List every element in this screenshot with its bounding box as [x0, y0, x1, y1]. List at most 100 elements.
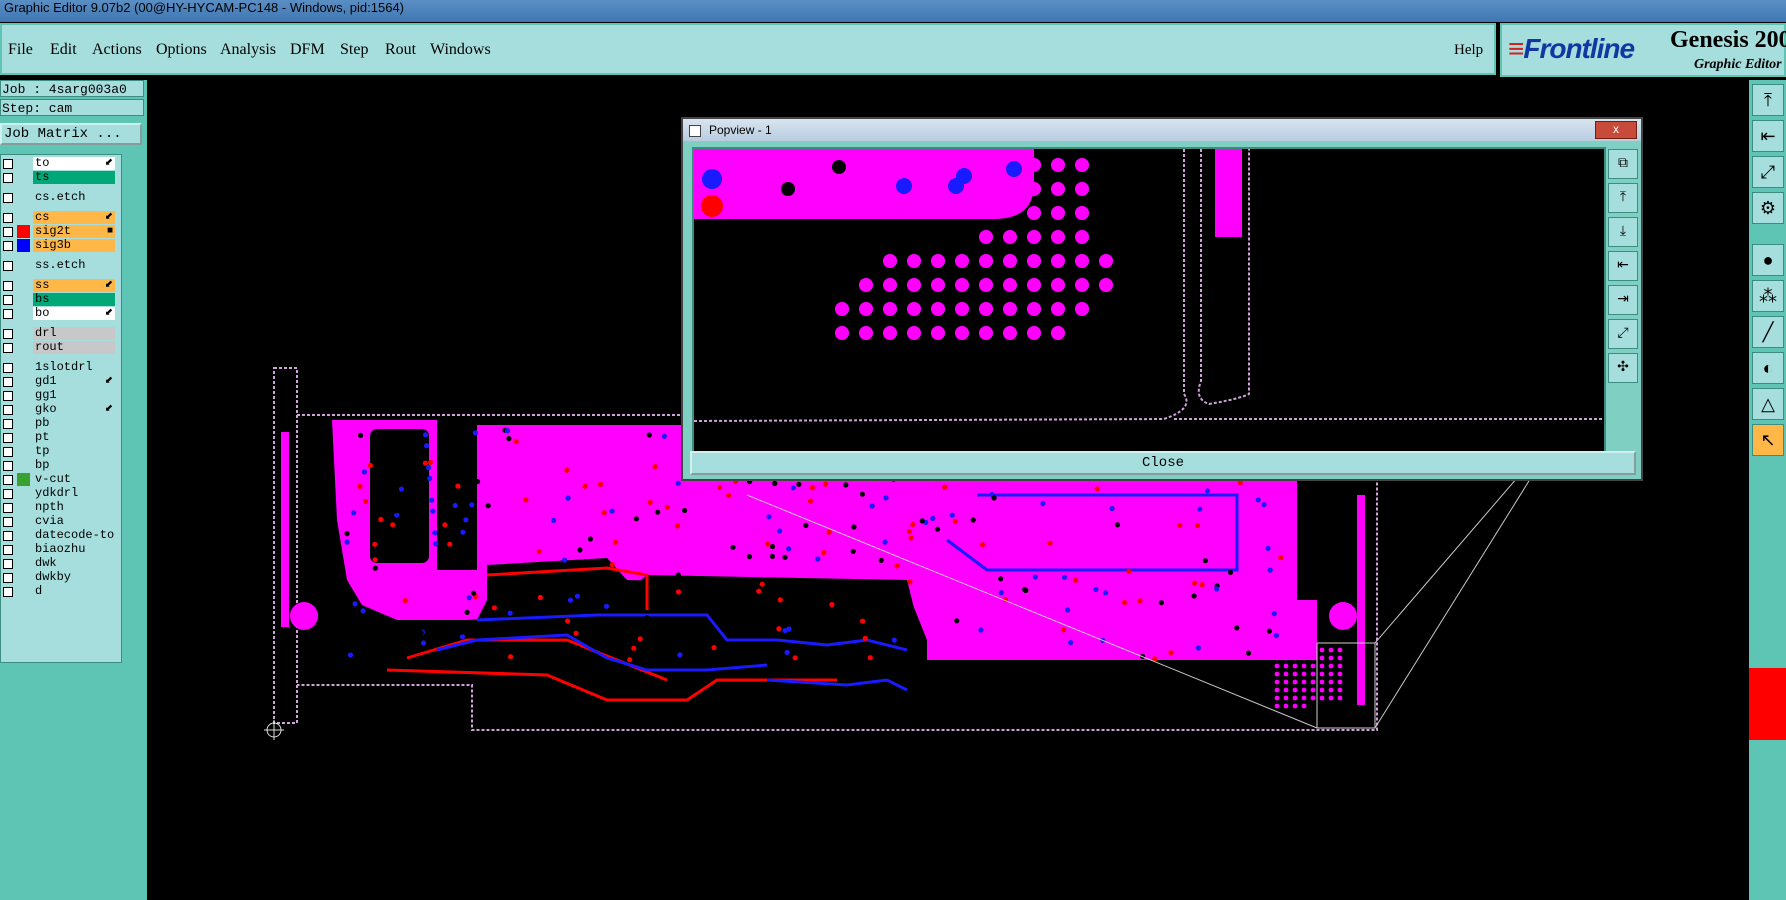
- pop-down-tool[interactable]: ⤓: [1608, 217, 1638, 247]
- layer-row-ss.etch[interactable]: ss.etch: [1, 259, 119, 273]
- layer-name[interactable]: 1slotdrl: [33, 361, 115, 374]
- layer-name[interactable]: pb: [33, 417, 115, 430]
- zoom-home-tool[interactable]: ⤒: [1752, 84, 1784, 116]
- layer-name[interactable]: ss: [33, 279, 115, 292]
- layer-row-d[interactable]: d: [1, 585, 119, 599]
- layer-name[interactable]: datecode-to: [33, 529, 115, 542]
- layer-name[interactable]: rout: [33, 341, 115, 354]
- menu-edit[interactable]: Edit: [50, 41, 77, 59]
- menu-rout[interactable]: Rout: [385, 41, 416, 59]
- layer-color-swatch[interactable]: [17, 487, 30, 500]
- layer-checkbox[interactable]: [3, 295, 13, 305]
- layer-row-datecode-to[interactable]: datecode-to: [1, 529, 119, 543]
- layer-color-swatch[interactable]: [17, 515, 30, 528]
- layer-checkbox[interactable]: [3, 503, 13, 513]
- menu-step[interactable]: Step: [340, 41, 368, 59]
- layer-row-sig3b[interactable]: sig3b: [1, 239, 119, 253]
- layer-color-swatch[interactable]: [17, 571, 30, 584]
- layer-checkbox[interactable]: [3, 309, 13, 319]
- layer-color-swatch[interactable]: [17, 557, 30, 570]
- zoom-fit-tool[interactable]: ⤢: [1752, 156, 1784, 188]
- pop-up-tool[interactable]: ⤒: [1608, 183, 1638, 213]
- menu-file[interactable]: File: [8, 41, 33, 59]
- layer-color-swatch[interactable]: [17, 171, 30, 184]
- pointer-tool[interactable]: ↖: [1752, 424, 1784, 456]
- layer-row-cvia[interactable]: cvia: [1, 515, 119, 529]
- layer-checkbox[interactable]: [3, 573, 13, 583]
- layer-row-ss[interactable]: ss ⬋: [1, 279, 119, 293]
- layer-color-swatch[interactable]: [17, 445, 30, 458]
- layer-row-to[interactable]: to ⬋: [1, 157, 119, 171]
- menu-options[interactable]: Options: [156, 41, 207, 59]
- menu-actions[interactable]: Actions: [92, 41, 142, 59]
- pop-center-tool[interactable]: ✣: [1608, 353, 1638, 383]
- layer-name[interactable]: sig2t: [33, 225, 115, 238]
- polygon-tool[interactable]: △: [1752, 388, 1784, 420]
- layer-row-v-cut[interactable]: v-cut: [1, 473, 119, 487]
- close-icon[interactable]: x: [1595, 121, 1637, 139]
- layer-color-swatch[interactable]: [17, 417, 30, 430]
- layer-checkbox[interactable]: [3, 517, 13, 527]
- menu-help[interactable]: Help: [1454, 42, 1483, 59]
- layer-name[interactable]: bs: [33, 293, 115, 306]
- layer-name[interactable]: to: [33, 157, 115, 170]
- layer-row-dwk[interactable]: dwk: [1, 557, 119, 571]
- layer-row-pt[interactable]: pt: [1, 431, 119, 445]
- layer-name[interactable]: cvia: [33, 515, 115, 528]
- layer-name[interactable]: npth: [33, 501, 115, 514]
- layer-row-gg1[interactable]: gg1: [1, 389, 119, 403]
- pop-right-tool[interactable]: ⇥: [1608, 285, 1638, 315]
- pan-left-tool[interactable]: ⇤: [1752, 120, 1784, 152]
- layer-row-rout[interactable]: rout: [1, 341, 119, 355]
- job-matrix-button[interactable]: Job Matrix ...: [0, 123, 142, 145]
- layer-color-swatch[interactable]: [17, 529, 30, 542]
- layer-row-cs[interactable]: cs ⬋: [1, 211, 119, 225]
- layer-color-swatch[interactable]: [17, 157, 30, 170]
- layer-color-swatch[interactable]: [17, 501, 30, 514]
- layer-color-swatch[interactable]: [17, 361, 30, 374]
- layer-color-swatch[interactable]: [17, 327, 30, 340]
- line-tool[interactable]: ╱: [1752, 316, 1784, 348]
- layer-checkbox[interactable]: [3, 545, 13, 555]
- layer-color-swatch[interactable]: [17, 239, 30, 252]
- layer-checkbox[interactable]: [3, 433, 13, 443]
- layer-name[interactable]: bp: [33, 459, 115, 472]
- layer-checkbox[interactable]: [3, 461, 13, 471]
- layer-checkbox[interactable]: [3, 363, 13, 373]
- layer-checkbox[interactable]: [3, 377, 13, 387]
- pop-zoom-tool[interactable]: ⧉: [1608, 149, 1638, 179]
- pad-tool[interactable]: ◐: [1752, 352, 1784, 384]
- layer-name[interactable]: ts: [33, 171, 115, 184]
- layer-checkbox[interactable]: [3, 213, 13, 223]
- layer-row-ts[interactable]: ts: [1, 171, 119, 185]
- layer-name[interactable]: cs.etch: [33, 191, 115, 204]
- layer-checkbox[interactable]: [3, 159, 13, 169]
- layer-color-swatch[interactable]: [17, 375, 30, 388]
- net-tool[interactable]: ⁂: [1752, 280, 1784, 312]
- layer-row-bs[interactable]: bs: [1, 293, 119, 307]
- layer-row-sig2t[interactable]: sig2t ■: [1, 225, 119, 239]
- layer-checkbox[interactable]: [3, 475, 13, 485]
- layer-name[interactable]: ss.etch: [33, 259, 115, 272]
- layer-row-tp[interactable]: tp: [1, 445, 119, 459]
- layer-row-pb[interactable]: pb: [1, 417, 119, 431]
- layer-color-swatch[interactable]: [17, 191, 30, 204]
- layer-row-ydkdrl[interactable]: ydkdrl: [1, 487, 119, 501]
- layer-color-swatch[interactable]: [17, 389, 30, 402]
- layer-checkbox[interactable]: [3, 329, 13, 339]
- layer-name[interactable]: gg1: [33, 389, 115, 402]
- layer-name[interactable]: dwkby: [33, 571, 115, 584]
- layer-checkbox[interactable]: [3, 343, 13, 353]
- layer-name[interactable]: gd1: [33, 375, 115, 388]
- layer-checkbox[interactable]: [3, 241, 13, 251]
- layer-row-bp[interactable]: bp: [1, 459, 119, 473]
- layer-checkbox[interactable]: [3, 173, 13, 183]
- layer-checkbox[interactable]: [3, 587, 13, 597]
- layer-color-swatch[interactable]: [17, 459, 30, 472]
- layer-name[interactable]: v-cut: [33, 473, 115, 486]
- layer-checkbox[interactable]: [3, 391, 13, 401]
- layer-name[interactable]: biaozhu: [33, 543, 115, 556]
- layer-color-swatch[interactable]: [17, 211, 30, 224]
- layer-checkbox[interactable]: [3, 227, 13, 237]
- layer-name[interactable]: sig3b: [33, 239, 115, 252]
